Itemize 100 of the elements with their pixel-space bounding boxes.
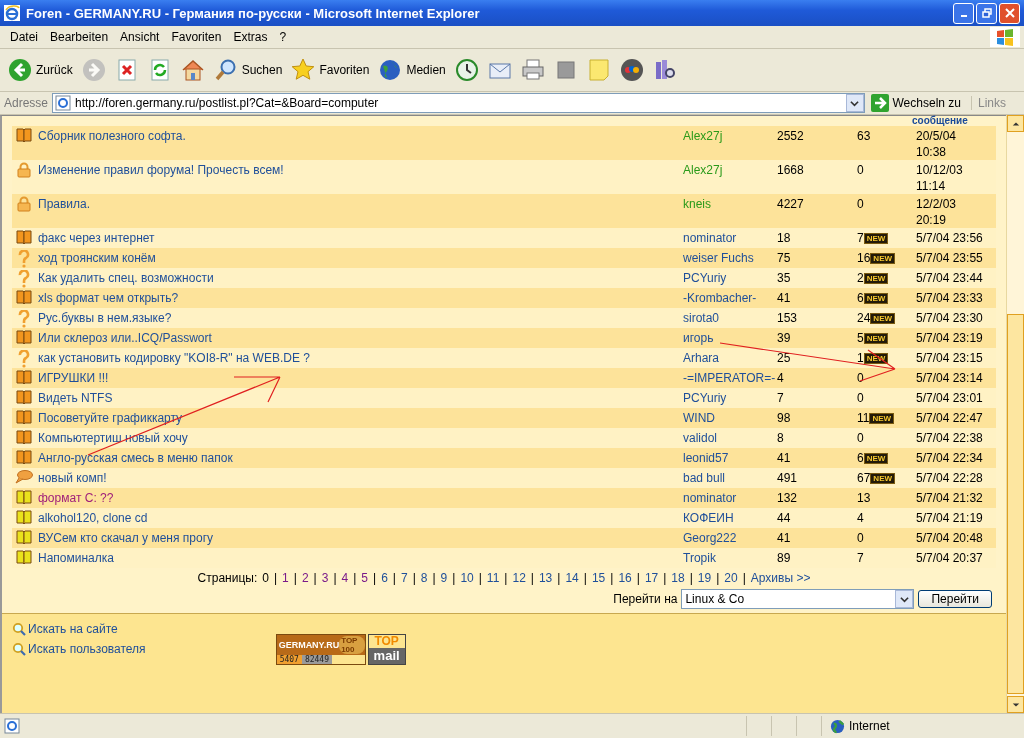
views-count: 491 <box>777 470 799 486</box>
author-link[interactable]: PCYuriy <box>683 391 727 405</box>
menu-item[interactable]: Extras <box>227 30 274 44</box>
search-link[interactable]: Искать пользователя <box>12 642 146 656</box>
topic-link[interactable]: Правила. <box>38 197 91 211</box>
topic-link[interactable]: как установить кодировку "KOI8-R" на WEB.DE ? <box>38 351 310 365</box>
forum-select[interactable]: Linux & Co <box>681 589 915 609</box>
views-count: 44 <box>777 510 792 526</box>
page-link[interactable]: 4 <box>341 571 349 585</box>
padlock-icon <box>17 196 31 212</box>
topic-link[interactable]: ход троянским конём <box>38 251 156 265</box>
author-link[interactable]: -Krombacher- <box>683 291 757 305</box>
menu-item[interactable]: Favoriten <box>165 30 228 44</box>
menu-item[interactable]: ? <box>273 30 293 44</box>
page-link[interactable]: 20 <box>724 571 738 585</box>
topic-link[interactable]: формат С: ?? <box>38 491 114 505</box>
go-button[interactable]: Wechseln zu <box>868 94 967 112</box>
page-link[interactable]: 19 <box>697 571 712 585</box>
separator: | <box>504 571 508 585</box>
scroll-up-button[interactable] <box>1007 115 1024 132</box>
minimize-button[interactable] <box>953 2 974 24</box>
question-mark-icon <box>18 250 30 268</box>
page-link[interactable]: 14 <box>565 571 579 585</box>
author-link[interactable]: validol <box>683 431 718 445</box>
topic-link[interactable]: Видеть NTFS <box>38 391 113 405</box>
page-link[interactable]: 1 <box>282 571 289 585</box>
views-count: 4227 <box>777 196 805 212</box>
topic-link[interactable]: новый комп! <box>38 471 107 485</box>
dropdown-button[interactable] <box>845 94 864 112</box>
author-link[interactable]: nominator <box>683 491 737 505</box>
topic-link[interactable]: Как удалить спец. возможности <box>38 271 214 285</box>
author-link[interactable]: КОФЕИН <box>683 511 734 525</box>
topic-link[interactable]: Сборник полезного софта. <box>38 129 186 143</box>
author-link[interactable]: Georg222 <box>683 531 737 545</box>
page-link[interactable]: 11 <box>486 571 500 585</box>
toolbar-search-button[interactable]: Suchen <box>209 56 287 84</box>
author-link[interactable]: WIND <box>683 411 715 425</box>
separator: | <box>716 571 720 585</box>
address-field[interactable]: http://foren.germany.ru/postlist.pl?Cat=&Board=computer <box>52 93 865 113</box>
new-badge: NEW <box>863 292 889 304</box>
views-count: 41 <box>777 290 792 306</box>
author-link[interactable]: sirota0 <box>683 311 720 325</box>
page-link[interactable]: 5 <box>361 571 368 585</box>
author-link[interactable]: leonid57 <box>683 451 729 465</box>
close-button[interactable] <box>999 2 1020 24</box>
page-link[interactable]: 9 <box>440 571 448 585</box>
page-link[interactable]: 12 <box>512 571 526 585</box>
page-link[interactable]: 15 <box>591 571 606 585</box>
menu-item[interactable]: Ansicht <box>114 30 166 44</box>
author-link[interactable]: nominator <box>683 231 737 245</box>
jump-button[interactable]: Перейти <box>918 590 992 608</box>
scroll-down-button[interactable] <box>1007 696 1024 713</box>
toolbar-media-button[interactable]: Medien <box>374 56 450 84</box>
replies-count: 13 <box>857 490 871 506</box>
page-link[interactable]: 16 <box>618 571 632 585</box>
topic-link[interactable]: Или склероз или..ICQ/Passwort <box>38 331 212 345</box>
author-link[interactable]: PCYuriy <box>683 271 727 285</box>
topic-link[interactable]: ИГРУШКИ !!! <box>38 371 109 385</box>
maximize-button[interactable] <box>976 2 997 24</box>
menu-item[interactable]: Bearbeiten <box>44 30 115 44</box>
author-link[interactable]: -=IMPERATOR=- <box>683 371 776 385</box>
topic-link[interactable]: Англо-русская смесь в меню папок <box>38 451 233 465</box>
topic-link[interactable]: Изменение правил форума! Прочесть всем! <box>38 163 284 177</box>
mail-banner[interactable]: TOP mail <box>367 634 406 665</box>
topic-link[interactable]: ВУСем кто скачал у меня прогу <box>38 531 214 545</box>
topic-link[interactable]: Напоминалка <box>38 551 114 565</box>
author-link[interactable]: weiser Fuchs <box>683 251 754 265</box>
scrollbar[interactable] <box>1006 115 1024 713</box>
topic-link[interactable]: alkohol120, clone cd <box>38 511 148 525</box>
new-badge: NEW <box>863 452 889 464</box>
page-link[interactable]: 17 <box>644 571 659 585</box>
last-post-date: 5/7/04 23:44 <box>916 270 984 286</box>
page-link[interactable]: 6 <box>381 571 388 585</box>
last-post-date: 5/7/04 23:01 <box>916 390 984 406</box>
toolbar-back-button[interactable]: Zurück <box>4 56 77 84</box>
new-badge: NEW <box>870 252 896 264</box>
page-link[interactable]: 3 <box>321 571 329 585</box>
topic-link[interactable]: факс через интернет <box>38 231 155 245</box>
toolbar-favorites-button[interactable]: Favoriten <box>287 56 374 84</box>
separator: | <box>663 571 667 585</box>
page-link[interactable]: 10 <box>460 571 474 585</box>
page-link[interactable]: 18 <box>671 571 685 585</box>
author-link[interactable]: bad bull <box>683 471 726 485</box>
page-link[interactable]: 2 <box>301 571 309 585</box>
browser-logo-icon <box>4 5 20 21</box>
page-link[interactable]: 0 <box>262 571 269 585</box>
author-link[interactable]: Arhara <box>683 351 720 365</box>
topic-link[interactable]: Посоветуйте графиккарту <box>38 411 183 425</box>
author-link[interactable]: Tropik <box>683 551 716 565</box>
dots-icon <box>619 58 644 82</box>
page-link[interactable]: 13 <box>538 571 553 585</box>
page-link[interactable]: Архивы >> <box>750 571 811 585</box>
author-link[interactable]: игорь <box>683 331 714 345</box>
page-link[interactable]: 7 <box>400 571 408 585</box>
topic-link[interactable]: Рус.буквы в нем.языке? <box>38 311 172 325</box>
page-link[interactable]: 8 <box>420 571 428 585</box>
topic-link[interactable]: xls формат чем открыть? <box>38 291 179 305</box>
menu-item[interactable]: Datei <box>4 30 44 44</box>
topic-link[interactable]: Компьютертиш новый хочу <box>38 431 188 445</box>
search-link[interactable]: Искать на сайте <box>12 622 146 636</box>
